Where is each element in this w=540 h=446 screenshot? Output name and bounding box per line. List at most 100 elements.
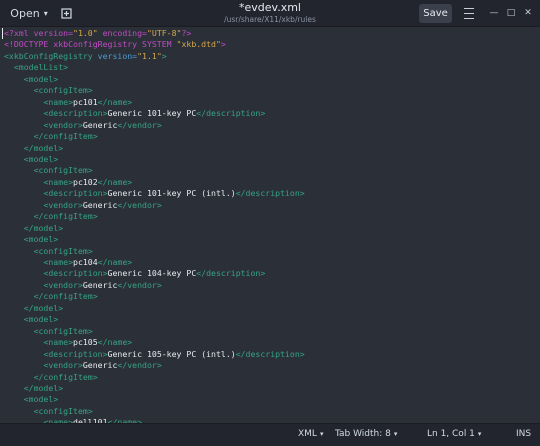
code-line: <modelList> (4, 62, 68, 74)
code-token: <model> (23, 73, 59, 84)
tab-width-selector[interactable]: Tab Width: 8 ▾ (335, 429, 397, 439)
language-selector[interactable]: XML ▾ (298, 429, 323, 439)
code-line: <description>Generic 101-key PC</descrip… (4, 108, 265, 120)
code-line: <name>pc102</name> (4, 177, 132, 189)
code-line: <description>Generic 104-key PC</descrip… (4, 268, 265, 280)
text-editor[interactable]: <?xml version="1.0" encoding="UTF-8"?> <!… (0, 27, 540, 423)
code-line: </model> (4, 223, 63, 235)
code-token: </configItem> (33, 291, 98, 302)
code-line: </configItem> (4, 291, 98, 303)
code-token: Generic 101-key PC (intl.) (107, 188, 236, 199)
code-token: </vendor> (117, 360, 162, 371)
language-label: XML (298, 429, 317, 439)
code-token: <configItem> (33, 325, 93, 336)
code-line: <configItem> (4, 246, 93, 258)
header-bar: Open ▾ *evdev.xml /usr/share/X11/xkb/rul… (0, 0, 540, 27)
insert-mode: INS (516, 429, 531, 439)
code-token: <xkbConfigRegistry (4, 50, 98, 61)
code-line: <name>pc101</name> (4, 97, 132, 109)
code-line: <?xml version="1.0" encoding="UTF-8"?> (4, 28, 191, 40)
code-token: <description> (43, 348, 108, 359)
close-icon[interactable]: ✕ (522, 7, 534, 19)
code-line: <!DOCTYPE xkbConfigRegistry SYSTEM "xkb.… (4, 39, 226, 51)
code-token: <vendor> (43, 360, 83, 371)
code-token: </model> (23, 302, 64, 313)
code-token: </description> (196, 268, 266, 279)
code-line: <name>pc104</name> (4, 257, 132, 269)
save-button[interactable]: Save (419, 4, 452, 23)
chevron-down-icon: ▾ (393, 430, 398, 438)
code-token: </configItem> (33, 371, 98, 382)
code-token: Generic (82, 119, 118, 130)
code-token: <description> (43, 188, 108, 199)
code-line: <model> (4, 394, 59, 406)
code-token: pc102 (73, 176, 98, 187)
code-line: <model> (4, 154, 59, 166)
code-token: Generic 105-key PC (intl.) (107, 348, 236, 359)
code-token: </name> (97, 337, 133, 348)
code-token: Generic 104-key PC (107, 268, 197, 279)
tab-width-label: Tab Width: 8 (335, 429, 391, 439)
code-token: <model> (23, 394, 59, 405)
minimize-icon[interactable]: — (488, 7, 500, 19)
code-token: "UTF-8" (146, 28, 182, 38)
file-path: /usr/share/X11/xkb/rules (224, 15, 316, 24)
hamburger-menu-icon[interactable] (461, 6, 477, 21)
code-token: <!DOCTYPE xkbConfigRegistry SYSTEM (4, 39, 177, 50)
code-token: </configItem> (33, 131, 98, 142)
code-token: > (161, 50, 167, 61)
code-token: </name> (97, 96, 133, 107)
code-line: <description>Generic 105-key PC (intl.)<… (4, 348, 304, 361)
code-token: </name> (97, 176, 133, 187)
code-token: > (220, 39, 226, 50)
code-token: <description> (43, 108, 108, 119)
code-line: </model> (4, 383, 63, 395)
code-line: <configItem> (4, 406, 93, 418)
code-token: <vendor> (43, 199, 83, 210)
new-document-icon (60, 8, 72, 19)
code-token: Generic (82, 199, 118, 210)
code-token: <vendor> (43, 119, 83, 130)
code-line: <vendor>Generic</vendor> (4, 279, 162, 292)
open-button-label: Open (10, 7, 40, 20)
code-token: ?> (181, 28, 192, 38)
code-token: <configItem> (33, 405, 93, 416)
open-button[interactable]: Open ▾ (6, 4, 52, 23)
code-line: <xkbConfigRegistry version="1.1"> (4, 51, 167, 63)
maximize-icon[interactable]: □ (505, 7, 517, 19)
code-token: <name> (43, 257, 74, 267)
code-line: <name>pc105</name> (4, 337, 132, 349)
code-token: <configItem> (33, 165, 93, 176)
code-line: </configItem> (4, 211, 98, 223)
code-token: </vendor> (117, 279, 162, 290)
code-token: </description> (235, 188, 305, 199)
code-token: pc105 (73, 337, 98, 348)
code-token: <name> (43, 337, 74, 348)
code-line: <description>Generic 101-key PC (intl.)<… (4, 188, 305, 200)
code-token: </model> (23, 142, 64, 153)
code-line: <vendor>Generic</vendor> (4, 119, 161, 132)
code-token: <modelList> (13, 62, 69, 73)
code-line: </model> (4, 303, 63, 315)
code-token: "1.1" (137, 50, 162, 61)
code-token: encoding= (97, 28, 147, 38)
window-title-area: *evdev.xml /usr/share/X11/xkb/rules (170, 1, 370, 25)
code-line: <configItem> (4, 326, 93, 338)
code-token: <configItem> (33, 85, 93, 96)
text-cursor (2, 28, 3, 39)
insert-mode-label: INS (516, 429, 532, 439)
code-token: version= (97, 50, 138, 61)
code-token: "1.0" (73, 28, 98, 38)
code-token: Generic 101-key PC (107, 108, 197, 119)
window-title: *evdev.xml (239, 1, 301, 14)
code-line: <configItem> (4, 85, 93, 97)
code-token: Generic (82, 360, 118, 371)
cursor-position[interactable]: Ln 1, Col 1 ▾ (427, 429, 481, 439)
code-token: </vendor> (117, 199, 162, 210)
code-token: pc101 (73, 96, 98, 107)
code-line: <vendor>Generic</vendor> (4, 199, 162, 212)
chevron-down-icon: ▾ (43, 9, 48, 18)
code-token: Generic (82, 279, 118, 290)
new-tab-button[interactable] (57, 4, 75, 23)
code-line: <vendor>Generic</vendor> (4, 360, 162, 372)
